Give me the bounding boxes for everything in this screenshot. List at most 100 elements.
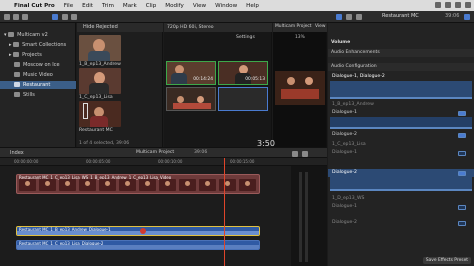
clip-thumbnail[interactable] [79, 68, 121, 94]
angle-viewer-format: 720p HD 60i, Stereo [164, 23, 272, 32]
titles-icon[interactable] [71, 14, 77, 20]
channel-enable-checkbox[interactable] [458, 133, 466, 138]
channel-enable-checkbox[interactable] [458, 171, 466, 176]
menu-window[interactable]: Window [215, 3, 237, 9]
library-icon [8, 32, 15, 37]
menu-view[interactable]: View [193, 3, 206, 9]
timeline-ruler[interactable]: 00:00:00:00 00:00:05:00 00:00:10:00 00:0… [0, 158, 327, 166]
viewer-view-menu[interactable]: View [315, 24, 325, 29]
section-audio-enhancements[interactable]: Audio Enhancements [328, 49, 474, 57]
multicam-badge-icon [83, 103, 88, 119]
libraries-toggle-icon[interactable] [52, 14, 58, 20]
effects-icon[interactable] [356, 14, 362, 20]
retime-icon[interactable] [346, 14, 352, 20]
channel-enable-checkbox[interactable] [458, 205, 466, 210]
sidebar-item-stills[interactable]: Stills [0, 91, 76, 99]
sidebar-item-projects[interactable]: ▸ Projects [0, 51, 76, 59]
clip-thumbnail[interactable] [79, 35, 121, 61]
clip-name: 1_B_ep13_Andrew [79, 62, 121, 67]
browser-filter[interactable]: Hide Rejected [77, 23, 163, 32]
angle-viewer: 720p HD 60i, Stereo Settings 00:14:24 00… [164, 23, 272, 147]
timeline-header: Index Multicam Project 39:06 [0, 147, 327, 158]
channel-enable-checkbox[interactable] [458, 151, 466, 156]
angle-settings-button[interactable]: Settings [236, 35, 255, 40]
skimmer-handle[interactable] [140, 228, 146, 234]
filmstrip-frame [79, 179, 96, 191]
viewer: Multicam Project View 13% 3:50 [257, 23, 327, 148]
person [171, 73, 187, 84]
inspector-title: Restaurant MC [382, 13, 419, 19]
menu-trim[interactable]: Trim [102, 3, 114, 9]
menu-file[interactable]: File [64, 3, 73, 9]
table-cloth [173, 103, 211, 109]
menu-edit[interactable]: Edit [82, 3, 93, 9]
menu-final-cut-pro[interactable]: Final Cut Pro [14, 3, 55, 9]
multicam-clip-thumbnail[interactable] [79, 101, 121, 127]
selection-status: 1 of 4 selected, 39:06 [79, 141, 130, 146]
playhead[interactable] [224, 158, 225, 266]
angle-4[interactable] [218, 87, 268, 111]
combined-channel-label: Dialogue-1, Dialogue-2 [332, 74, 385, 79]
viewer-zoom[interactable]: 13% [295, 35, 305, 40]
notification-icon[interactable] [465, 2, 471, 8]
wifi-icon[interactable] [435, 2, 441, 8]
effects-browser-icon[interactable] [302, 151, 308, 157]
import-icon[interactable] [4, 14, 10, 20]
inspector-duration: 39:06 [445, 13, 460, 19]
status-tray [435, 2, 471, 8]
sidebar-item-restaurant[interactable]: Restaurant [0, 81, 76, 89]
menu-modify[interactable]: Modify [165, 3, 184, 9]
menu-clip[interactable]: Clip [146, 3, 157, 9]
save-effects-preset-button[interactable]: Save Effects Preset [422, 257, 471, 264]
ruler-tick: 00:00:00:00 [14, 159, 39, 164]
ruler-tick: 00:00:05:00 [86, 159, 111, 164]
sidebar-item-music-video[interactable]: Music Video [0, 71, 76, 79]
channel-label-active[interactable]: Dialogue-2 [328, 169, 474, 177]
timeline-tracks[interactable]: Restaurant MC_1_C_ep13_Lisa_WS_1_B_ep13_… [0, 158, 327, 266]
channel-label: Dialogue-2 [332, 132, 357, 137]
angle-2[interactable]: 00:05:13 [218, 61, 268, 85]
channel-enable-checkbox[interactable] [458, 111, 466, 116]
angle-3[interactable] [166, 87, 216, 111]
angle-1[interactable]: 00:14:24 [166, 61, 216, 85]
angle-timecode: 00:14:24 [193, 77, 213, 82]
menu-help[interactable]: Help [246, 3, 259, 9]
photos-icon[interactable] [62, 14, 68, 20]
channel-label: Dialogue-1 [332, 204, 357, 209]
channel-label: Dialogue-1 [332, 150, 357, 155]
audio-meter-right [305, 172, 308, 262]
sidebar-item-label: Music Video [23, 72, 53, 78]
group-name: 1_D_ep13_WS [332, 196, 365, 201]
audio-meters [291, 166, 327, 266]
sidebar-item-smart-collections[interactable]: ▸ Smart Collections [0, 41, 76, 49]
event-icon [14, 82, 20, 87]
inspector-toggle-icon[interactable] [464, 14, 470, 20]
sidebar-item-label: Smart Collections [22, 42, 67, 48]
background-tasks-icon[interactable] [22, 14, 28, 20]
filmstrip-frame [19, 179, 36, 191]
search-icon[interactable] [455, 2, 461, 8]
clip-appearance-icon[interactable] [292, 151, 298, 157]
menu-mark[interactable]: Mark [123, 3, 137, 9]
sidebar-item-moscow-on-ice[interactable]: Moscow on Ice [0, 61, 76, 69]
ruler-tick: 00:00:15:00 [230, 159, 255, 164]
folder-icon [13, 52, 20, 57]
person [287, 77, 295, 85]
section-audio-configuration[interactable]: Audio Configuration [328, 63, 474, 71]
sidebar-item-label: Restaurant [23, 82, 51, 88]
filmstrip-frame [99, 179, 116, 191]
group-name: 1_B_ep13_Andrew [332, 102, 374, 107]
audio-meter-left [299, 172, 302, 262]
index-button[interactable]: Index [10, 150, 24, 156]
channel-enable-checkbox[interactable] [458, 221, 466, 226]
library-multicam-v2[interactable]: ▾ Multicam v2 [0, 31, 76, 39]
person [177, 96, 184, 103]
filmstrip-frame [219, 179, 236, 191]
keyword-icon[interactable] [13, 14, 19, 20]
battery-icon[interactable] [445, 2, 451, 8]
viewer-frame[interactable] [275, 71, 325, 105]
enhance-icon[interactable] [336, 14, 342, 20]
libraries-sidebar: ▾ Multicam v2 ▸ Smart Collections ▸ Proj… [0, 23, 76, 147]
combined-waveform[interactable] [330, 81, 472, 99]
table-cloth [281, 89, 319, 99]
